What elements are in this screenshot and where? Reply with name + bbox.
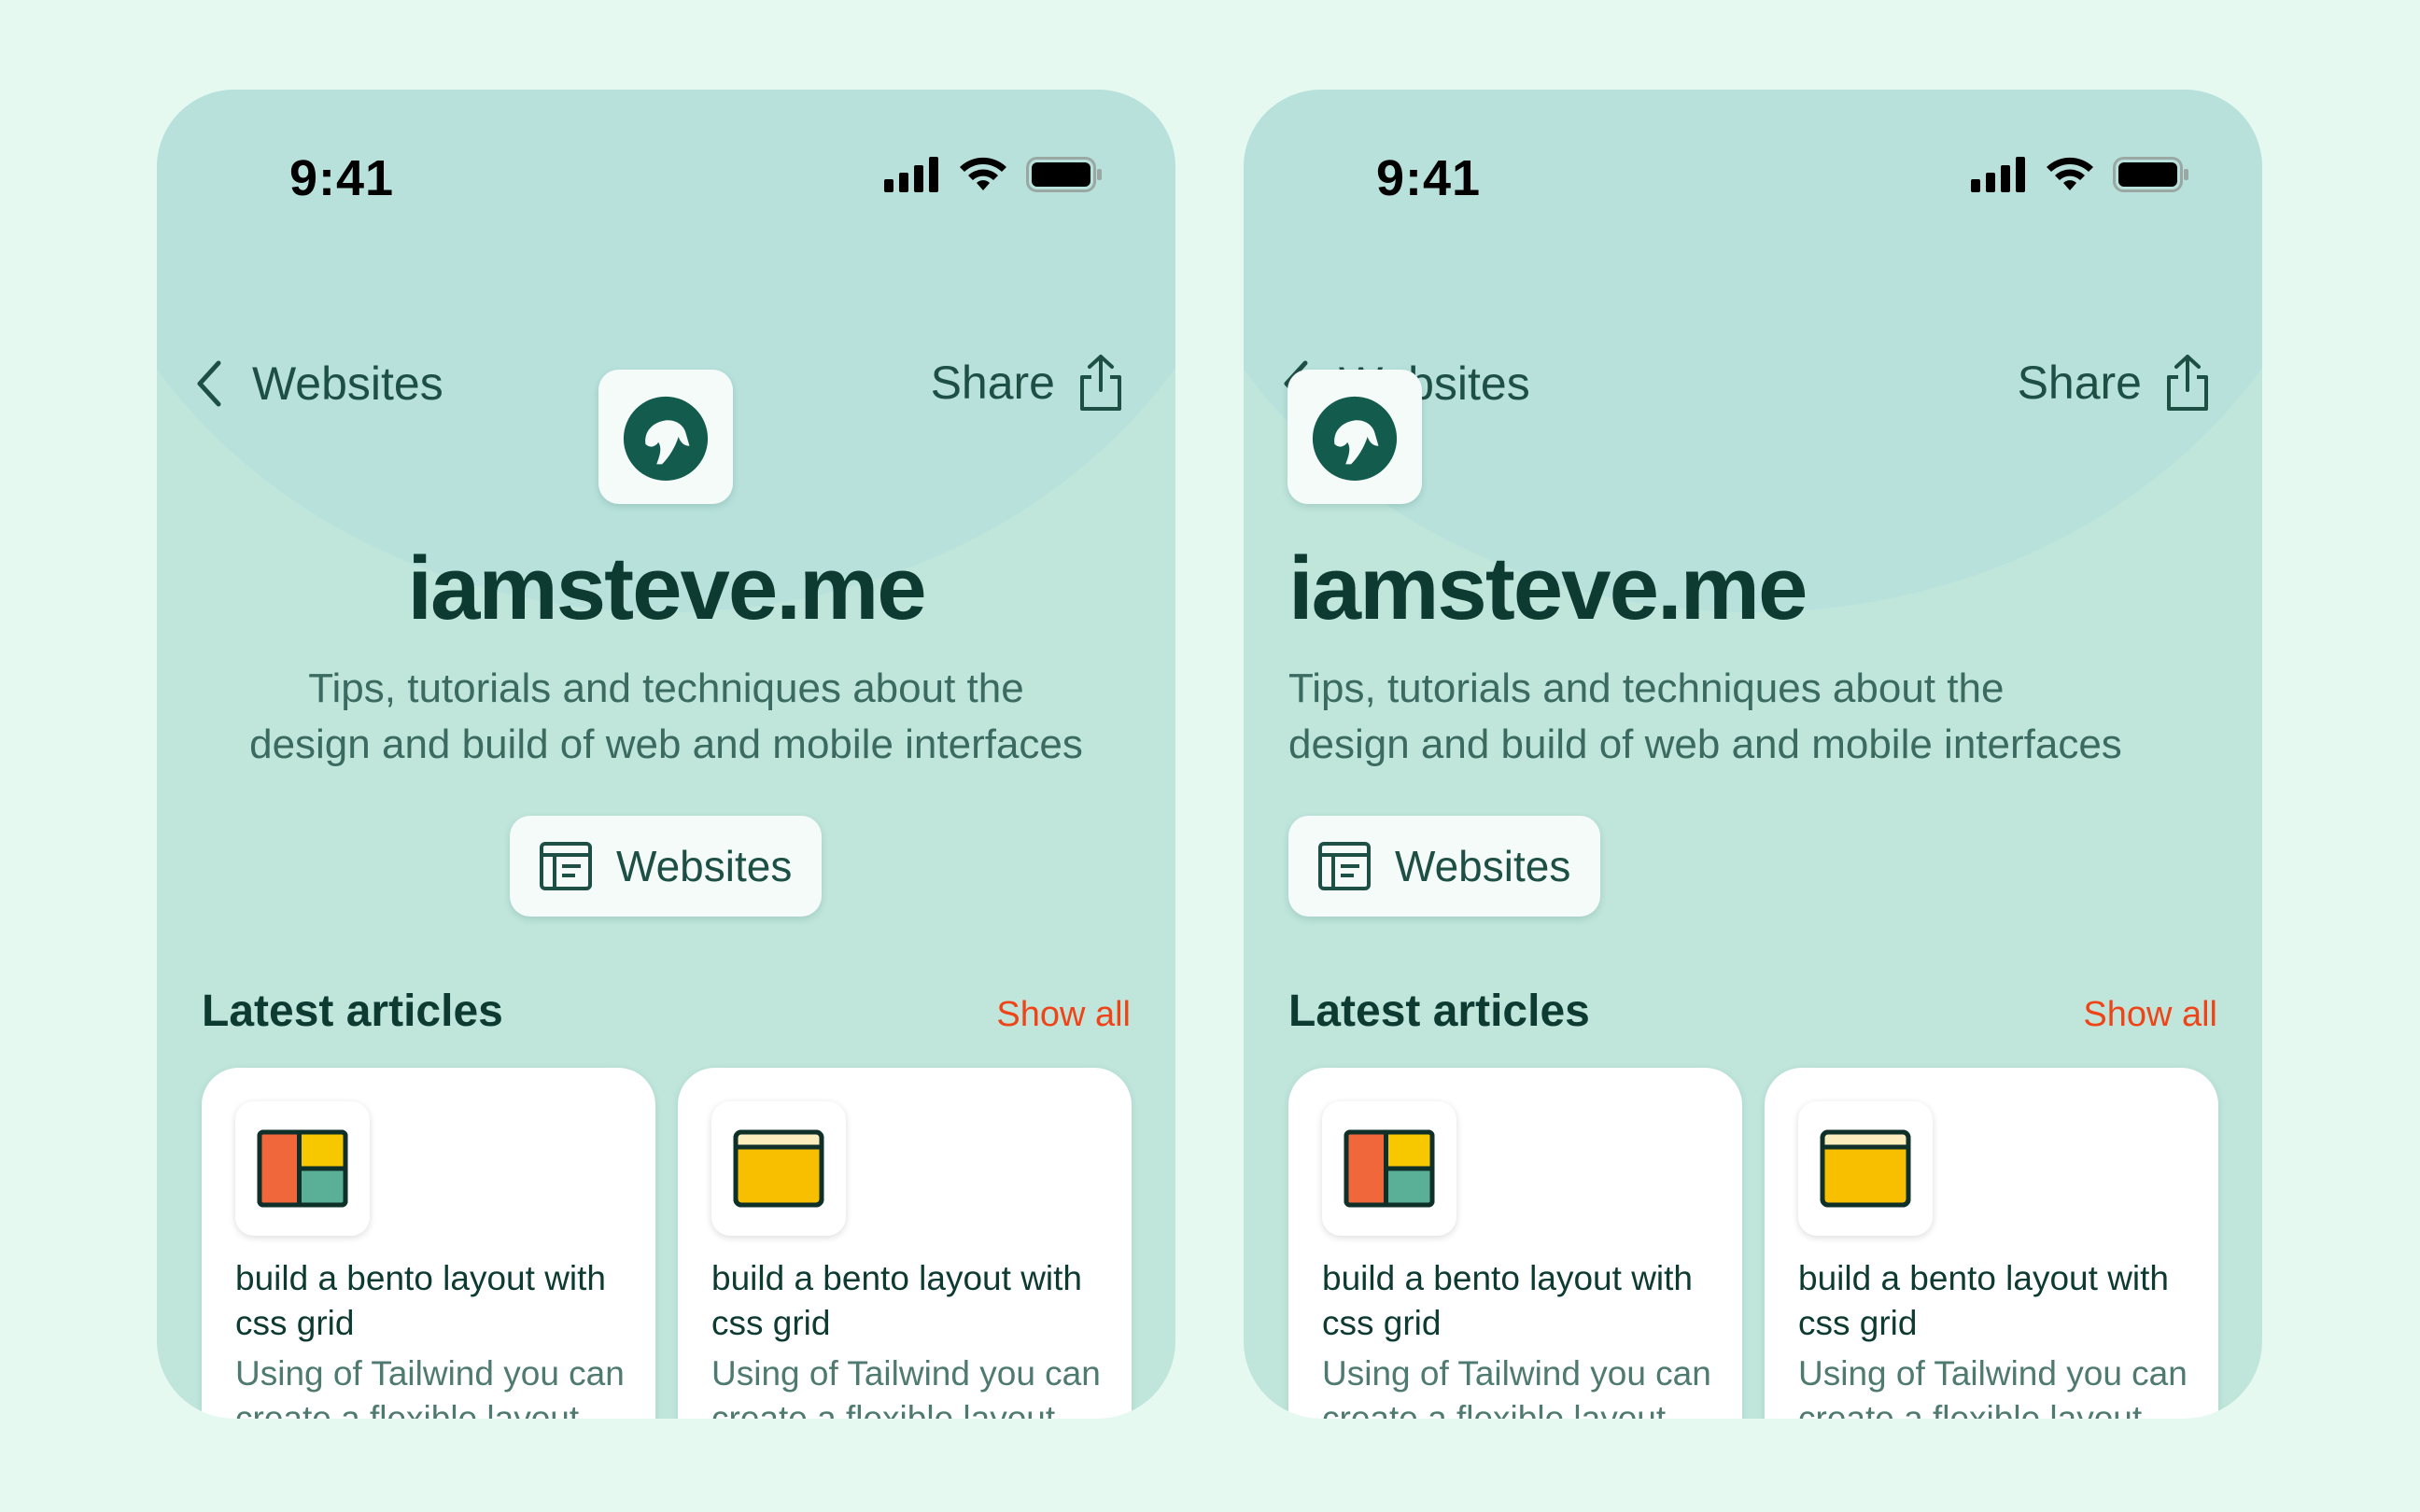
battery-icon (2113, 157, 2188, 192)
article-thumbnail (235, 1101, 370, 1236)
description-line: Tips, tutorials and techniques about the (308, 665, 1024, 711)
article-title: build a bento layout with css grid (1798, 1259, 2169, 1342)
site-description: Tips, tutorials and techniques about the… (1288, 661, 2225, 773)
show-all-link[interactable]: Show all (996, 995, 1131, 1035)
article-description: Using of Tailwind you can create a flexi… (1322, 1354, 1711, 1419)
description-line: design and build of web and mobile inter… (1288, 721, 2122, 767)
article-thumbnail (711, 1101, 846, 1236)
back-button[interactable]: Websites (192, 357, 443, 411)
article-thumbnail (1322, 1101, 1456, 1236)
latest-articles-header: Latest articles Show all (202, 986, 1131, 1051)
article-title: build a bento layout with css grid (1322, 1259, 1693, 1342)
article-card[interactable]: build a bento layout with css grid Using… (1765, 1068, 2218, 1419)
signal-icon (884, 157, 938, 192)
site-logo (1287, 370, 1422, 504)
bento-layout-icon (1344, 1129, 1435, 1208)
category-label: Websites (616, 842, 793, 890)
share-icon (1080, 355, 1121, 411)
share-label: Share (2017, 357, 2142, 409)
status-bar: 9:41 (157, 90, 1175, 230)
site-logo-icon (623, 396, 709, 482)
description-line: design and build of web and mobile inter… (249, 721, 1083, 767)
newspaper-icon (540, 842, 592, 890)
status-bar: 9:41 (1244, 90, 2262, 230)
category-button[interactable]: Websites (510, 816, 822, 917)
signal-icon (1971, 157, 2025, 192)
article-card[interactable]: build a bento layout with css grid Using… (1288, 1068, 1742, 1419)
browser-window-icon (1820, 1129, 1911, 1208)
article-description: Using of Tailwind you can create a flexi… (711, 1354, 1101, 1419)
site-description: Tips, tutorials and techniques about the… (157, 661, 1175, 773)
article-title: build a bento layout with css grid (235, 1259, 606, 1342)
phone-screen-left-aligned: 9:41 Websites Share iamsteve.me Tips, tu… (1244, 90, 2262, 1419)
site-logo (598, 370, 733, 504)
browser-window-icon (733, 1129, 824, 1208)
newspaper-icon (1318, 842, 1371, 890)
phone-screen-centered: 9:41 Websites Share iamsteve.me Tips, tu… (157, 90, 1175, 1419)
article-title: build a bento layout with css grid (711, 1259, 1082, 1342)
wifi-icon (960, 157, 1006, 190)
share-label: Share (930, 357, 1055, 409)
status-time: 9:41 (289, 150, 395, 206)
show-all-link[interactable]: Show all (2083, 995, 2217, 1035)
section-title: Latest articles (1288, 987, 1590, 1036)
latest-articles-header: Latest articles Show all (1288, 986, 2217, 1051)
share-button[interactable]: Share (2018, 353, 2211, 413)
bento-layout-icon (257, 1129, 348, 1208)
battery-icon (1026, 157, 1102, 192)
site-title: iamsteve.me (407, 539, 926, 638)
category-button[interactable]: Websites (1288, 816, 1600, 917)
article-description: Using of Tailwind you can create a flexi… (235, 1354, 625, 1419)
share-button[interactable]: Share (931, 353, 1124, 413)
article-thumbnail (1798, 1101, 1933, 1236)
share-icon (2167, 355, 2208, 411)
description-line: Tips, tutorials and techniques about the (1288, 665, 2005, 711)
article-card[interactable]: build a bento layout with css grid Using… (678, 1068, 1132, 1419)
article-card[interactable]: build a bento layout with css grid Using… (202, 1068, 655, 1419)
section-title: Latest articles (202, 987, 503, 1036)
back-label: Websites (252, 357, 443, 410)
status-time: 9:41 (1376, 150, 1482, 206)
site-logo-icon (1312, 396, 1398, 482)
article-description: Using of Tailwind you can create a flexi… (1798, 1354, 2188, 1419)
site-title: iamsteve.me (1288, 539, 1808, 638)
wifi-icon (2047, 157, 2093, 190)
chevron-left-icon (197, 360, 221, 407)
category-label: Websites (1395, 842, 1571, 890)
